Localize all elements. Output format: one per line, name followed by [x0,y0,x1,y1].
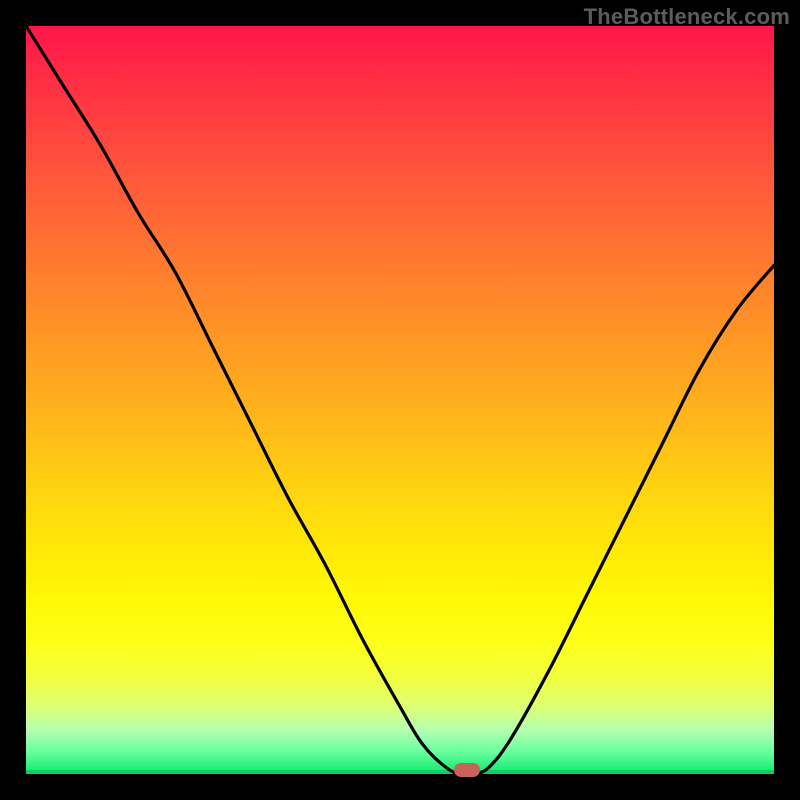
bottleneck-curve [26,26,774,774]
optimal-marker [454,763,480,777]
plot-area [26,26,774,774]
chart-frame: TheBottleneck.com [0,0,800,800]
watermark-text: TheBottleneck.com [584,4,790,30]
